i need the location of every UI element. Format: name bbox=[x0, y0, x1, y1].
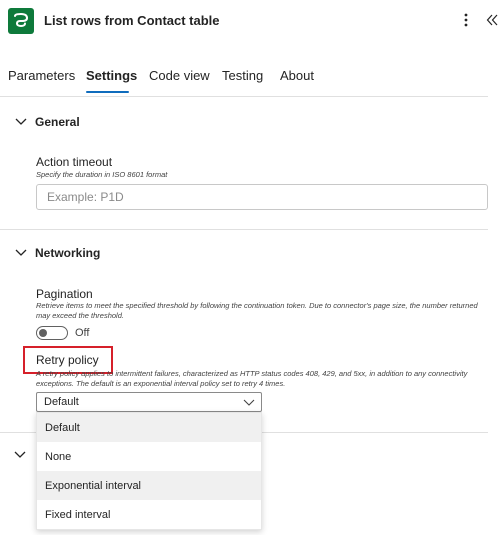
tab-bar: Parameters Settings Code view Testing Ab… bbox=[0, 64, 500, 96]
chevron-down-icon bbox=[243, 397, 255, 407]
dropdown-option-fixed-interval[interactable]: Fixed interval bbox=[37, 500, 261, 529]
general-heading: General bbox=[35, 115, 80, 129]
chevron-down-icon[interactable] bbox=[14, 446, 28, 460]
pagination-description: Retrieve items to meet the specified thr… bbox=[36, 301, 478, 320]
tab-testing[interactable]: Testing bbox=[222, 68, 263, 83]
retry-policy-description: A retry policy applies to intermittent f… bbox=[36, 369, 468, 388]
retry-policy-dropdown: Default None Exponential interval Fixed … bbox=[36, 412, 262, 530]
action-timeout-label: Action timeout bbox=[36, 155, 113, 169]
tabs-divider bbox=[0, 96, 488, 97]
panel-header: List rows from Contact table bbox=[0, 0, 500, 44]
collapse-panel-icon[interactable] bbox=[484, 10, 500, 30]
tab-about[interactable]: About bbox=[280, 68, 314, 83]
general-section-header[interactable]: General bbox=[14, 112, 80, 132]
more-options-icon[interactable] bbox=[458, 10, 474, 30]
tab-parameters[interactable]: Parameters bbox=[8, 68, 75, 83]
pagination-label: Pagination bbox=[36, 287, 93, 301]
dropdown-option-exponential-interval[interactable]: Exponential interval bbox=[37, 471, 261, 500]
dropdown-option-default[interactable]: Default bbox=[37, 413, 261, 442]
toggle-knob bbox=[39, 329, 47, 337]
networking-heading: Networking bbox=[35, 246, 101, 260]
retry-policy-select[interactable]: Default bbox=[36, 392, 262, 412]
panel-title: List rows from Contact table bbox=[44, 13, 220, 28]
pagination-toggle[interactable] bbox=[36, 326, 68, 340]
active-tab-indicator bbox=[86, 91, 129, 93]
general-divider bbox=[0, 229, 488, 230]
tab-code-view[interactable]: Code view bbox=[149, 68, 210, 83]
chevron-down-icon bbox=[14, 246, 28, 260]
tab-settings[interactable]: Settings bbox=[86, 68, 137, 83]
action-timeout-input[interactable] bbox=[36, 184, 488, 210]
chevron-down-icon bbox=[14, 115, 28, 129]
networking-section-header[interactable]: Networking bbox=[14, 243, 100, 263]
action-timeout-description: Specify the duration in ISO 8601 format bbox=[36, 170, 168, 179]
pagination-toggle-state: Off bbox=[75, 327, 90, 339]
retry-policy-selected-value: Default bbox=[44, 396, 79, 408]
dataverse-icon bbox=[8, 8, 34, 34]
dropdown-option-none[interactable]: None bbox=[37, 442, 261, 471]
